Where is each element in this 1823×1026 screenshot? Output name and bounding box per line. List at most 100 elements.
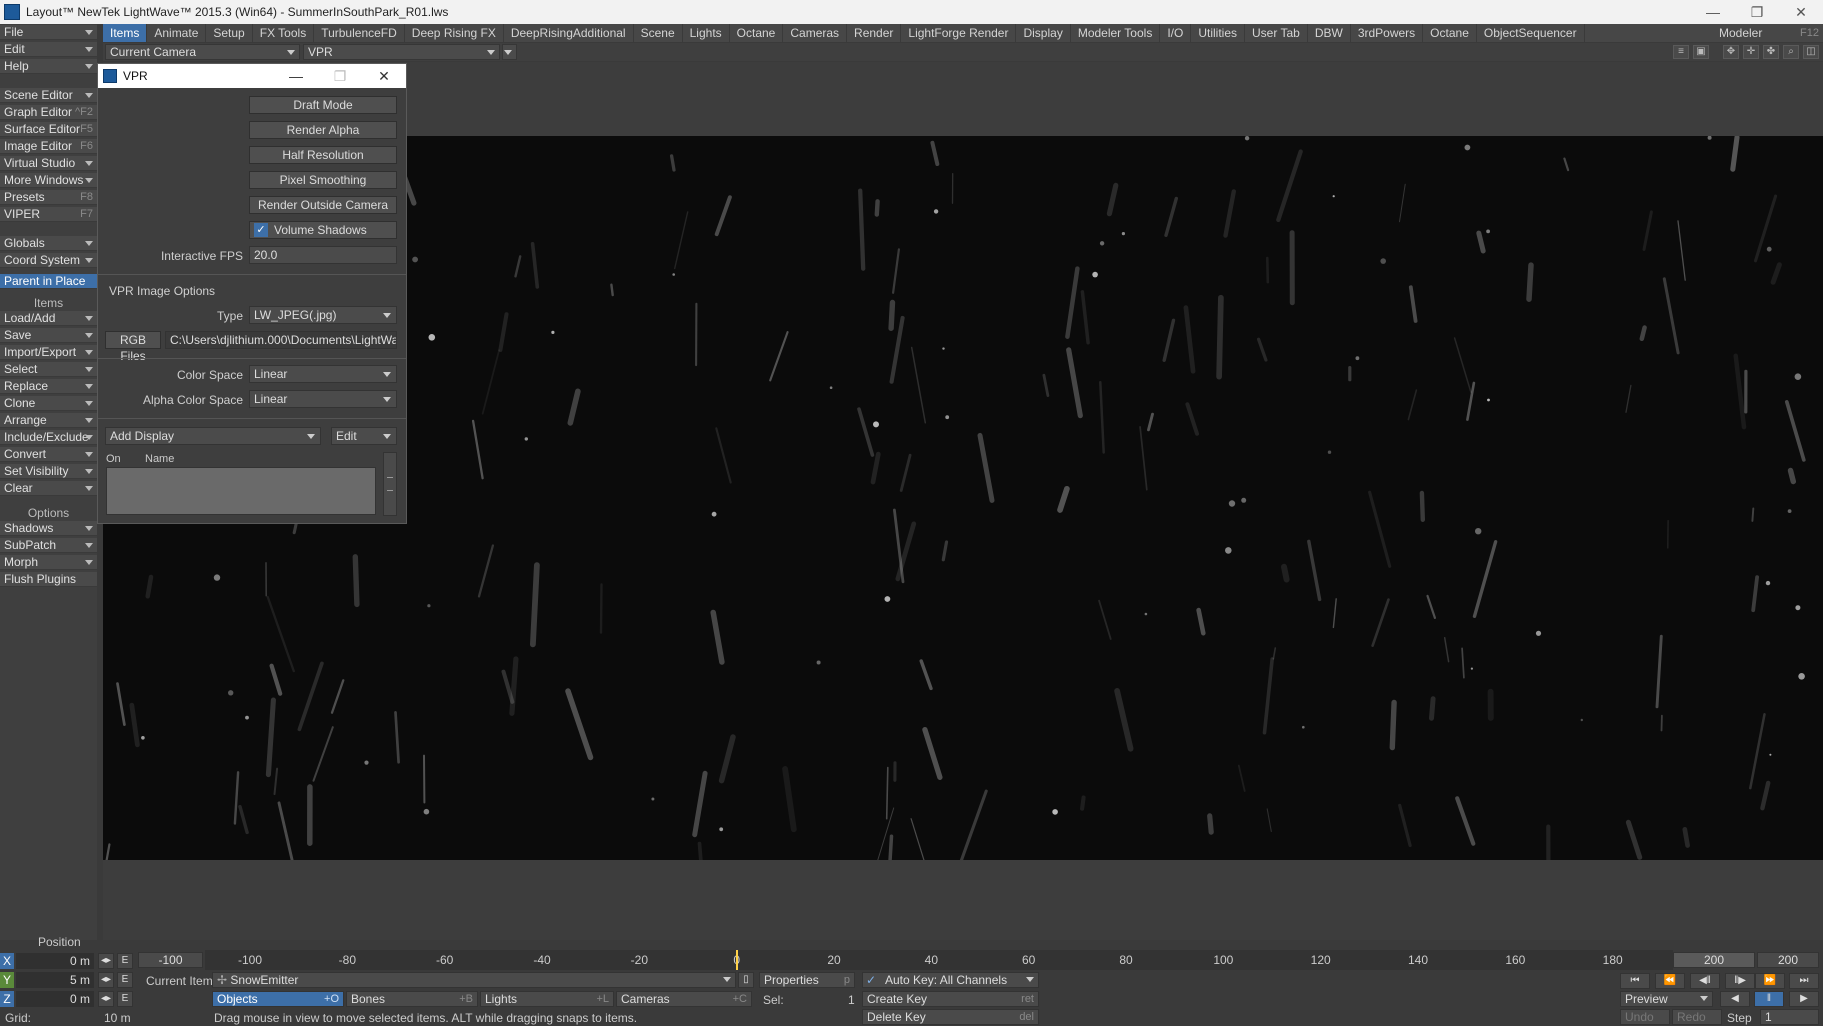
- display-list-scrollbar[interactable]: [383, 452, 397, 516]
- vpr-close-icon[interactable]: ✕: [362, 64, 406, 88]
- sidebar-item-subpatch[interactable]: SubPatch: [0, 538, 97, 553]
- reverse-play-icon[interactable]: ◀: [1720, 991, 1750, 1007]
- menu-tab-3rdpowers[interactable]: 3rdPowers: [1351, 24, 1424, 42]
- go-to-start-icon[interactable]: ⏮: [1620, 973, 1650, 989]
- sidebar-item-arrange[interactable]: Arrange: [0, 413, 97, 428]
- image-type-select[interactable]: LW_JPEG(.jpg): [249, 306, 397, 324]
- rgb-files-button[interactable]: RGB Files: [105, 331, 161, 363]
- sidebar-item-scene-editor[interactable]: Scene Editor: [0, 88, 97, 103]
- sidebar-item-globals[interactable]: Globals: [0, 236, 97, 251]
- orbit-view-icon[interactable]: ✤: [1763, 45, 1779, 59]
- viewport-layout-icon[interactable]: ≡: [1673, 45, 1689, 59]
- x-expression-button[interactable]: E: [117, 953, 133, 969]
- sidebar-item-help[interactable]: Help: [0, 59, 97, 74]
- play-icon[interactable]: ▶: [1789, 991, 1819, 1007]
- restore-icon[interactable]: ❐: [1735, 0, 1779, 24]
- interactive-fps-input[interactable]: 20.0: [249, 246, 397, 264]
- sidebar-item-graph-editor[interactable]: Graph Editor ^F2: [0, 105, 97, 120]
- menu-tab-setup[interactable]: Setup: [206, 24, 253, 42]
- display-edit-select[interactable]: Edit: [331, 427, 397, 445]
- sidebar-item-coord-system[interactable]: Coord System: [0, 253, 97, 268]
- minimize-icon[interactable]: —: [1691, 0, 1735, 24]
- sidebar-item-save[interactable]: Save: [0, 328, 97, 343]
- step-back-icon[interactable]: ⏪: [1655, 973, 1685, 989]
- x-position-input[interactable]: 0 m: [16, 953, 94, 969]
- menu-tab-turbulencefd[interactable]: TurbulenceFD: [314, 24, 405, 42]
- maximize-view-icon[interactable]: ◫: [1803, 45, 1819, 59]
- menu-tab-i-o[interactable]: I/O: [1160, 24, 1192, 42]
- move-view-icon[interactable]: ✥: [1723, 45, 1739, 59]
- lights-mode-button[interactable]: Lights +L: [480, 991, 614, 1007]
- go-to-end-icon[interactable]: ⏭: [1789, 973, 1819, 989]
- alpha-color-space-select[interactable]: Linear: [249, 390, 397, 408]
- sidebar-item-load-add[interactable]: Load/Add: [0, 311, 97, 326]
- y-expression-button[interactable]: E: [117, 972, 133, 988]
- timeline-playhead[interactable]: [735, 950, 738, 970]
- sidebar-item-convert[interactable]: Convert: [0, 447, 97, 462]
- sidebar-item-set-visibility[interactable]: Set Visibility: [0, 464, 97, 479]
- z-position-input[interactable]: 0 m: [16, 991, 94, 1007]
- timeline-slider[interactable]: [205, 950, 1673, 970]
- vpr-minimize-icon[interactable]: —: [274, 64, 318, 88]
- sidebar-item-morph[interactable]: Morph: [0, 555, 97, 570]
- sidebar-item-include-exclude[interactable]: Include/Exclude: [0, 430, 97, 445]
- menu-tab-items[interactable]: Items: [103, 24, 148, 42]
- modeler-button[interactable]: Modeler F12: [1713, 24, 1823, 42]
- step-forward-icon[interactable]: ⏩: [1755, 973, 1785, 989]
- menu-tab-cameras[interactable]: Cameras: [783, 24, 848, 42]
- y-envelope-icon[interactable]: ◂▸: [98, 972, 114, 988]
- add-display-select[interactable]: Add Display: [105, 427, 321, 445]
- item-list-icon[interactable]: ▯: [738, 972, 754, 988]
- pixel-smoothing-button[interactable]: Pixel Smoothing: [249, 171, 397, 189]
- rgb-path-input[interactable]: C:\Users\djlithium.000\Documents\LightWa…: [165, 331, 397, 349]
- parent-in-place-button[interactable]: Parent in Place: [0, 274, 97, 289]
- menu-tab-octane[interactable]: Octane: [1423, 24, 1477, 42]
- sidebar-item-replace[interactable]: Replace: [0, 379, 97, 394]
- menu-tab-utilities[interactable]: Utilities: [1191, 24, 1245, 42]
- step-input[interactable]: 1: [1760, 1009, 1819, 1025]
- sidebar-item-clear[interactable]: Clear: [0, 481, 97, 496]
- redo-button[interactable]: Redo: [1672, 1009, 1722, 1025]
- z-expression-button[interactable]: E: [117, 991, 133, 1007]
- render-alpha-button[interactable]: Render Alpha: [249, 121, 397, 139]
- sidebar-item-surface-editor[interactable]: Surface Editor F5: [0, 122, 97, 137]
- menu-tab-fx-tools[interactable]: FX Tools: [253, 24, 315, 42]
- play-forward-step-icon[interactable]: ‖▶: [1725, 973, 1755, 989]
- sidebar-item-clone[interactable]: Clone: [0, 396, 97, 411]
- viewport-options-select[interactable]: [502, 44, 517, 60]
- pause-icon[interactable]: ‖: [1754, 991, 1784, 1007]
- viewport-save-icon[interactable]: ▣: [1693, 45, 1709, 59]
- sidebar-item-edit[interactable]: Edit: [0, 42, 97, 57]
- sidebar-item-viper[interactable]: VIPER F7: [0, 207, 97, 222]
- menu-tab-deep-rising-fx[interactable]: Deep Rising FX: [405, 24, 504, 42]
- color-space-select[interactable]: Linear: [249, 365, 397, 383]
- play-backward-icon[interactable]: ◀‖: [1690, 973, 1720, 989]
- menu-tab-dbw[interactable]: DBW: [1308, 24, 1351, 42]
- delete-key-button[interactable]: Delete Key del: [862, 1009, 1039, 1025]
- menu-tab-deeprisingadditional[interactable]: DeepRisingAdditional: [504, 24, 634, 42]
- sidebar-item-file[interactable]: File: [0, 25, 97, 40]
- close-icon[interactable]: ✕: [1779, 0, 1823, 24]
- y-position-input[interactable]: 5 m: [16, 972, 94, 988]
- sidebar-item-more-windows[interactable]: More Windows: [0, 173, 97, 188]
- sidebar-item-virtual-studio[interactable]: Virtual Studio: [0, 156, 97, 171]
- z-envelope-icon[interactable]: ◂▸: [98, 991, 114, 1007]
- bones-mode-button[interactable]: Bones +B: [346, 991, 478, 1007]
- start-frame-input[interactable]: -100: [138, 952, 203, 968]
- sidebar-item-image-editor[interactable]: Image Editor F6: [0, 139, 97, 154]
- properties-button[interactable]: Properties p: [759, 972, 855, 988]
- end-frame-input[interactable]: 200: [1757, 952, 1819, 968]
- camera-select[interactable]: Current Camera: [105, 44, 300, 60]
- auto-key-select[interactable]: ✓ Auto Key: All Channels: [862, 972, 1039, 988]
- menu-tab-octane[interactable]: Octane: [730, 24, 784, 42]
- menu-tab-objectsequencer[interactable]: ObjectSequencer: [1477, 24, 1585, 42]
- menu-tab-lights[interactable]: Lights: [683, 24, 730, 42]
- preview-select[interactable]: Preview: [1620, 991, 1713, 1007]
- render-mode-select[interactable]: VPR: [303, 44, 500, 60]
- menu-tab-animate[interactable]: Animate: [147, 24, 207, 42]
- sidebar-item-flush-plugins[interactable]: Flush Plugins: [0, 572, 97, 587]
- current-item-select[interactable]: ✢ SnowEmitter: [212, 972, 736, 988]
- menu-tab-scene[interactable]: Scene: [634, 24, 683, 42]
- sidebar-item-shadows[interactable]: Shadows: [0, 521, 97, 536]
- sidebar-item-select[interactable]: Select: [0, 362, 97, 377]
